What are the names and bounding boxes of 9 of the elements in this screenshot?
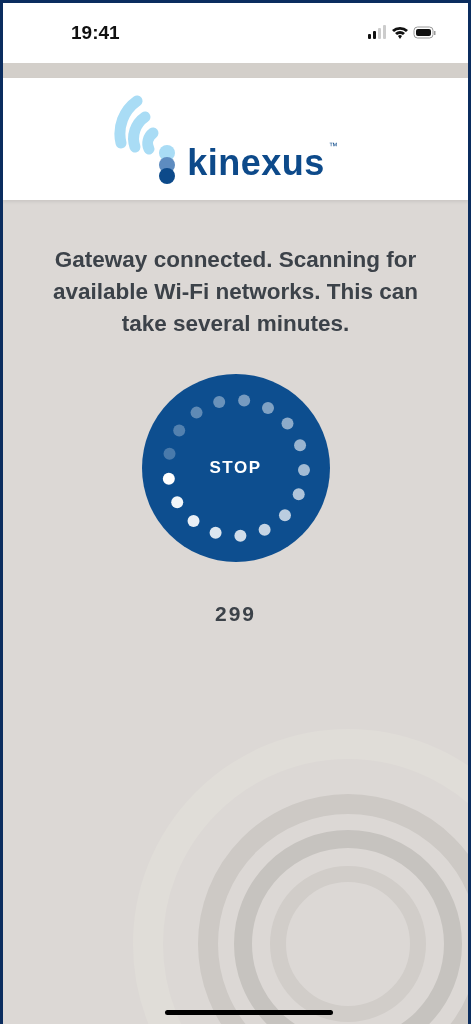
trademark-mark: ™ (328, 139, 338, 153)
logo-text: kinexus (187, 145, 325, 181)
wifi-icon (392, 26, 408, 39)
signal-icon (368, 25, 386, 39)
status-message: Gateway connected. Scanning for available Wi-Fi networks. This can take several minutes. (53, 246, 418, 338)
countdown-number: 299 (214, 602, 256, 625)
battery-icon (413, 26, 436, 39)
stop-button[interactable]: STOP (141, 374, 330, 562)
status-time: 19:41 (71, 20, 120, 45)
